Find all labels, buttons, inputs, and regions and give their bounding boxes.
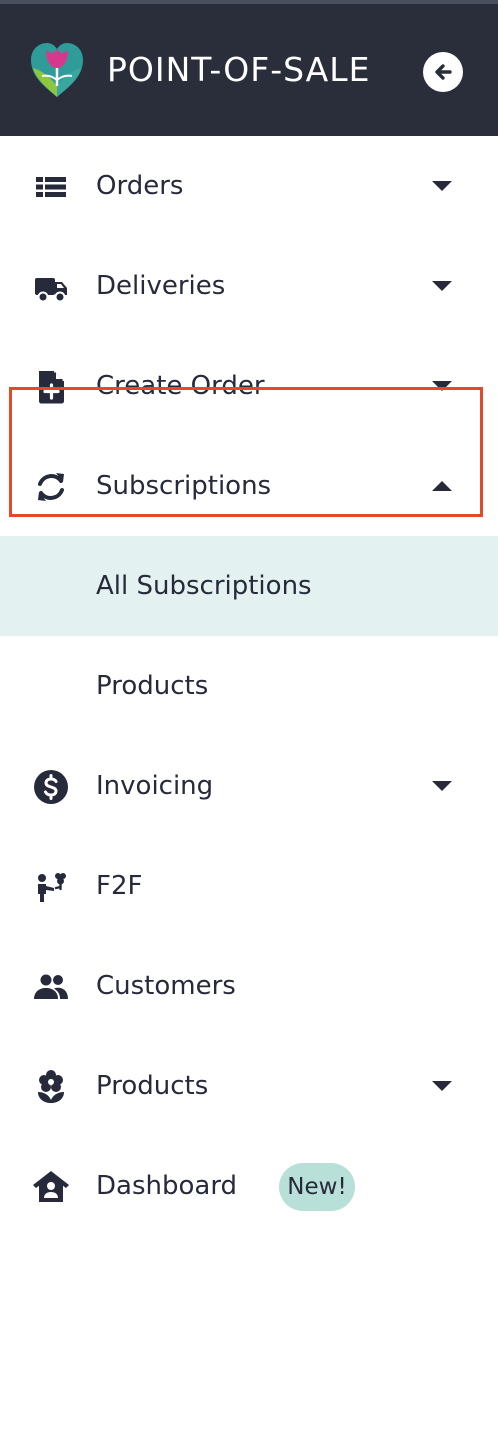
- sidebar-item-label: Products: [96, 1071, 209, 1101]
- sidebar-item-subscriptions[interactable]: Subscriptions: [0, 436, 498, 536]
- sync-icon: [38, 473, 64, 501]
- sidebar-item-label: Orders: [96, 171, 184, 201]
- sidebar-item-deliveries[interactable]: Deliveries: [0, 236, 498, 336]
- sidebar-item-invoicing[interactable]: Invoicing: [0, 736, 498, 836]
- users-icon: [34, 974, 68, 999]
- sidebar-item-label: Subscriptions: [96, 471, 272, 501]
- sidebar-item-create-order[interactable]: Create Order: [0, 336, 498, 436]
- sidebar-subitem-label: All Subscriptions: [96, 571, 312, 601]
- sidebar-item-orders[interactable]: Orders: [0, 136, 498, 236]
- chevron-down-icon: [432, 781, 452, 791]
- new-badge: New!: [279, 1163, 355, 1211]
- person-flower-icon: [38, 873, 66, 902]
- truck-icon: [35, 278, 67, 303]
- chevron-up-icon: [432, 481, 452, 491]
- sidebar-item-f2f[interactable]: F2F: [0, 836, 498, 936]
- sidebar-subitem-label: Products: [96, 671, 209, 701]
- collapse-sidebar-button[interactable]: [423, 52, 463, 92]
- sidebar-item-label: Customers: [96, 971, 236, 1001]
- sidebar-item-label: Deliveries: [96, 271, 226, 301]
- list-icon: [36, 177, 66, 197]
- sidebar-item-customers[interactable]: Customers: [0, 936, 498, 1036]
- arrow-left-icon: [435, 64, 452, 80]
- sidebar-subitem-subscription-products[interactable]: Products: [0, 636, 498, 736]
- sidebar-item-dashboard[interactable]: Dashboard New!: [0, 1136, 498, 1236]
- sidebar-header: POINT-OF-SALE: [0, 4, 498, 136]
- file-plus-icon: [39, 371, 64, 404]
- sidebar-item-label: Invoicing: [96, 771, 214, 801]
- chevron-down-icon: [432, 381, 452, 391]
- chevron-down-icon: [432, 1081, 452, 1091]
- sidebar-item-label: Create Order: [96, 371, 265, 401]
- sidebar-item-products[interactable]: Products: [0, 1036, 498, 1136]
- chevron-down-icon: [432, 181, 452, 191]
- sidebar-menu: Orders Deliveries Create Order Subscript…: [0, 136, 498, 1236]
- chevron-down-icon: [432, 281, 452, 291]
- heart-flower-logo: [31, 43, 83, 97]
- sidebar-item-label: F2F: [96, 871, 143, 901]
- sidebar-item-label: Dashboard: [96, 1171, 238, 1201]
- dollar-circle-icon: [34, 770, 68, 804]
- app-title: POINT-OF-SALE: [107, 50, 371, 89]
- house-user-icon: [33, 1171, 69, 1202]
- sidebar-subitem-all-subscriptions[interactable]: All Subscriptions: [0, 536, 498, 636]
- flower-icon: [38, 1070, 64, 1103]
